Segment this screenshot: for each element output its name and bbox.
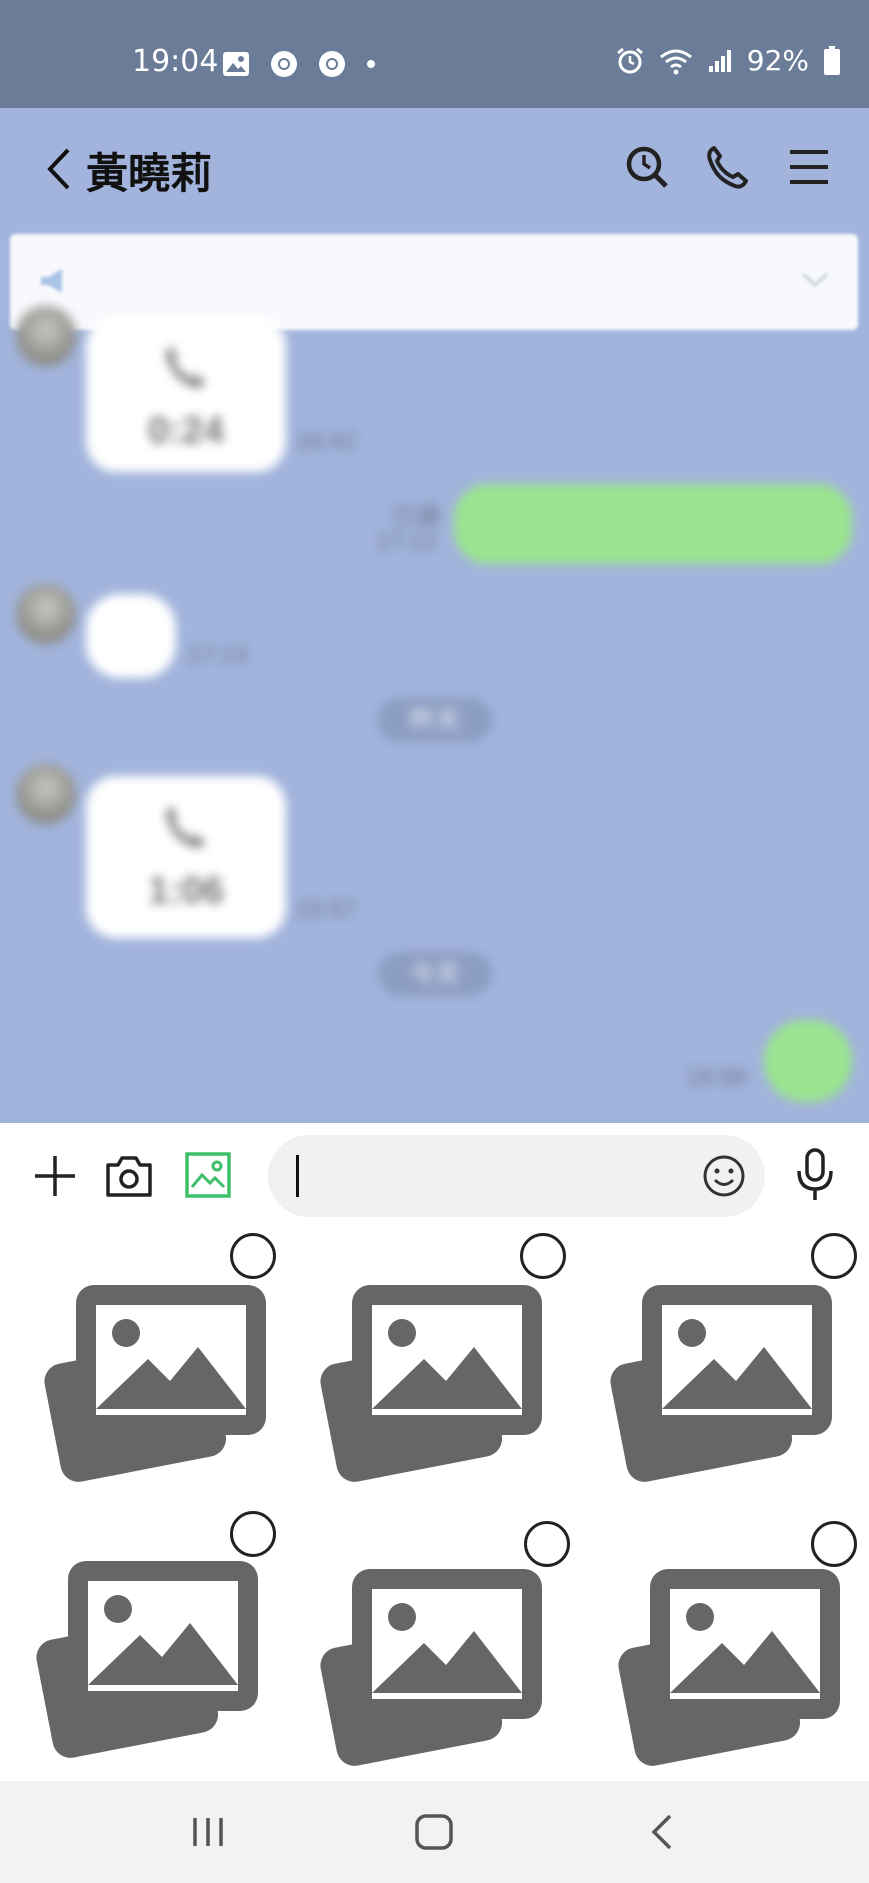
gallery-notification-icon [223, 52, 249, 76]
contact-avatar[interactable] [16, 764, 76, 824]
photo-placeholder-icon [610, 1285, 832, 1482]
gallery-photo[interactable] [596, 1263, 836, 1483]
photo-select-checkbox[interactable] [811, 1233, 857, 1279]
chat-title: 黃曉莉 [86, 149, 213, 198]
photo-select-checkbox[interactable] [230, 1233, 276, 1279]
alarm-icon [616, 47, 643, 73]
gallery-photo[interactable] [22, 1539, 262, 1759]
photo-select-checkbox[interactable] [230, 1511, 276, 1557]
photo-placeholder-icon [36, 1561, 258, 1758]
text-caret [296, 1155, 299, 1197]
gallery-photo[interactable] [30, 1263, 270, 1483]
photo-placeholder-icon [44, 1285, 266, 1482]
microphone-icon[interactable] [794, 1147, 836, 1203]
call-message[interactable]: 0:24 [86, 316, 286, 472]
message-time: 17:12 [376, 528, 437, 555]
contact-avatar[interactable] [16, 306, 76, 366]
back-nav-icon[interactable] [648, 1813, 676, 1851]
message-time: 16:42 [296, 428, 357, 455]
photo-placeholder-icon [320, 1569, 542, 1766]
date-divider: 昨天 [378, 698, 492, 742]
chrome-notification-icon-2 [319, 51, 345, 77]
emoji-icon[interactable] [701, 1153, 747, 1199]
chrome-notification-icon [271, 51, 297, 77]
signal-icon [708, 49, 731, 72]
recent-apps-icon[interactable] [190, 1815, 226, 1849]
read-label: 已讀 [392, 503, 440, 530]
contact-avatar[interactable] [16, 584, 76, 644]
photo-select-checkbox[interactable] [811, 1521, 857, 1567]
battery-percent: 92% [746, 44, 809, 77]
message-time: 18:58 [686, 1064, 747, 1091]
photo-select-checkbox[interactable] [520, 1233, 566, 1279]
call-message[interactable]: 1:06 [86, 776, 286, 938]
search-icon[interactable] [620, 140, 674, 194]
message-time: 17:13 [188, 642, 249, 669]
gallery-photo[interactable] [604, 1547, 844, 1767]
gallery-photo[interactable] [306, 1263, 546, 1483]
battery-icon [824, 45, 840, 75]
message-input-bar [0, 1123, 869, 1229]
chat-area[interactable]: 黃曉莉 0:24 16:42 已讀 17:12 17:13 昨天 1:06 15… [0, 108, 869, 1123]
phone-icon[interactable] [700, 140, 754, 194]
wifi-icon [659, 49, 692, 74]
status-bar: 19:04 92% [0, 0, 869, 108]
date-divider: 今天 [378, 952, 492, 996]
more-notifications-dot-icon [367, 60, 375, 68]
home-icon[interactable] [414, 1813, 454, 1851]
phone-call-icon [165, 806, 206, 849]
sent-message-bubble[interactable] [764, 1020, 852, 1102]
call-duration: 1:06 [147, 870, 225, 912]
chat-header: 黃曉莉 [0, 108, 869, 228]
photo-placeholder-icon [618, 1569, 840, 1766]
camera-icon[interactable] [104, 1153, 154, 1199]
sent-message-bubble[interactable] [454, 484, 852, 564]
received-message-bubble[interactable] [86, 594, 176, 678]
message-input[interactable] [268, 1135, 765, 1217]
message-time: 15:57 [296, 896, 357, 923]
megaphone-icon [41, 269, 62, 293]
photo-placeholder-icon [320, 1285, 542, 1482]
chevron-down-icon[interactable] [800, 270, 830, 290]
gallery-icon[interactable] [184, 1151, 232, 1199]
menu-icon[interactable] [782, 140, 836, 194]
gallery-photo[interactable] [306, 1547, 546, 1767]
call-duration: 0:24 [147, 410, 225, 452]
phone-call-icon [165, 346, 206, 389]
status-time: 19:04 [132, 44, 219, 79]
system-navigation-bar [0, 1781, 869, 1883]
plus-icon[interactable] [32, 1153, 78, 1199]
back-icon[interactable] [38, 144, 78, 194]
photo-select-checkbox[interactable] [524, 1521, 570, 1567]
photo-gallery [0, 1229, 869, 1781]
